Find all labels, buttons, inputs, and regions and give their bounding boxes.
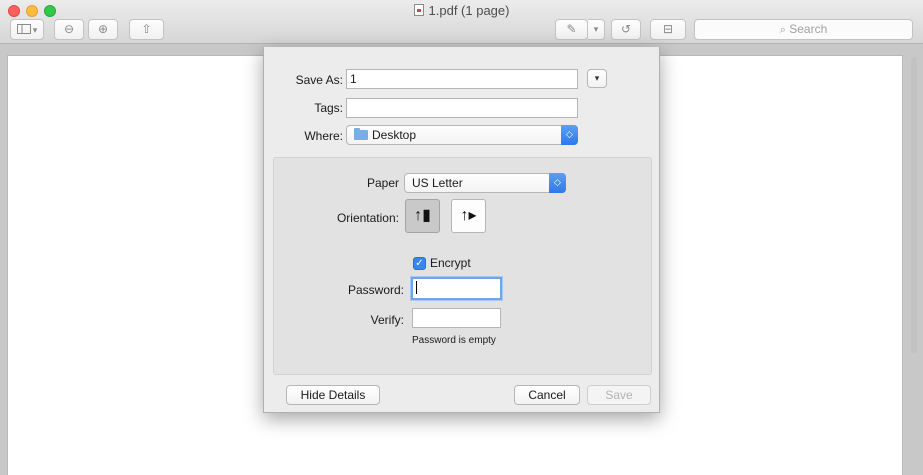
save-button[interactable]: Save: [587, 385, 651, 405]
tags-input[interactable]: [346, 98, 578, 118]
checkmark-icon: ✓: [415, 258, 424, 269]
window-title-text: 1.pdf (1 page): [428, 3, 510, 18]
paper-value: US Letter: [412, 176, 463, 190]
where-value: Desktop: [372, 128, 417, 142]
vertical-scrollbar[interactable]: [908, 53, 919, 353]
text-caret: [416, 281, 417, 294]
rotate-icon: ↺: [620, 22, 632, 36]
save-as-label: Save As:: [295, 73, 343, 87]
where-popup[interactable]: Desktop ◇: [346, 125, 578, 145]
hide-details-button[interactable]: Hide Details: [286, 385, 380, 405]
toolbox-icon: ⊟: [662, 22, 674, 36]
landscape-orientation-icon: ↑▸: [460, 207, 477, 224]
paper-popup[interactable]: US Letter ◇: [404, 173, 566, 193]
pen-icon: ✎: [566, 22, 577, 36]
zoom-in-icon: ⊕: [97, 22, 109, 36]
portrait-orientation-button[interactable]: ↑▮: [405, 199, 440, 233]
share-button[interactable]: ⇧: [129, 19, 164, 40]
chevron-down-icon: ▾: [32, 25, 38, 35]
cancel-button[interactable]: Cancel: [514, 385, 580, 405]
rotate-button[interactable]: ↺: [611, 19, 641, 40]
markup-menu-button[interactable]: ▾: [588, 19, 605, 40]
pdf-document-icon: [413, 4, 424, 16]
landscape-orientation-button[interactable]: ↑▸: [451, 199, 486, 233]
window-toolbar: 1.pdf (1 page) ▾ ⊖ ⊕ ⇧ ✎ ▾ ↺ ⊟ ⌕ Search: [0, 0, 923, 44]
tags-label: Tags:: [314, 101, 343, 115]
encrypt-checkbox[interactable]: ✓: [413, 257, 426, 270]
zoom-in-button[interactable]: ⊕: [88, 19, 118, 40]
folder-icon: [354, 128, 368, 140]
sidebar-icon: [16, 24, 31, 34]
save-as-input[interactable]: 1: [346, 69, 578, 89]
paper-label: Paper: [366, 176, 399, 190]
save-dialog: Save As: 1 ▾ Tags: Where: Desktop ◇ Pape…: [263, 47, 660, 413]
encrypt-label[interactable]: Encrypt: [430, 256, 471, 270]
search-field[interactable]: ⌕ Search: [694, 19, 913, 40]
orientation-label: Orientation:: [336, 211, 399, 225]
where-label: Where:: [304, 129, 343, 143]
share-icon: ⇧: [141, 22, 152, 36]
portrait-orientation-icon: ↑▮: [414, 207, 431, 224]
up-down-arrows-icon: ◇: [549, 173, 566, 193]
expand-dialog-button[interactable]: ▾: [587, 69, 607, 88]
scroll-thumb[interactable]: [911, 57, 917, 353]
verify-label: Verify:: [370, 313, 404, 327]
chevron-down-icon: ▾: [593, 24, 599, 34]
up-down-arrows-icon: ◇: [561, 125, 578, 145]
markup-button[interactable]: ✎: [555, 19, 588, 40]
verify-input[interactable]: [412, 308, 501, 328]
password-input[interactable]: [411, 277, 502, 300]
sidebar-view-button[interactable]: ▾: [10, 19, 44, 40]
chevron-down-icon: ▾: [594, 73, 600, 83]
password-label: Password:: [347, 283, 404, 297]
zoom-out-button[interactable]: ⊖: [54, 19, 84, 40]
edit-toolbar-button[interactable]: ⊟: [650, 19, 686, 40]
window-title: 1.pdf (1 page): [0, 3, 923, 18]
search-placeholder: Search: [789, 22, 828, 36]
password-status-text: Password is empty: [412, 335, 496, 346]
search-icon: ⌕: [779, 24, 786, 36]
zoom-out-icon: ⊖: [63, 22, 75, 36]
